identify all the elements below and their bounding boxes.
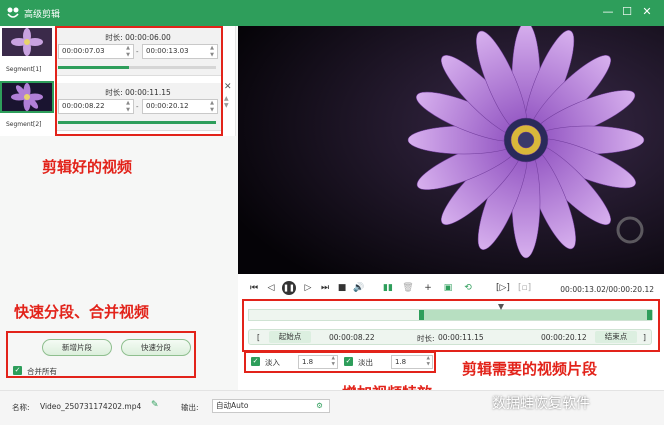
- merge-all-checkbox[interactable]: ✓: [13, 366, 22, 375]
- highlight-segments: [55, 26, 223, 136]
- volume-icon[interactable]: 🔊: [353, 283, 365, 293]
- left-panel: Segment[1] 时长: 00:00:06.00 00:00:07.03 ▲…: [0, 26, 238, 390]
- window-title: 高级剪辑: [24, 10, 61, 20]
- highlight-clip-range: [242, 299, 660, 352]
- reset-icon[interactable]: ⟲: [462, 283, 474, 293]
- quick-split-button[interactable]: 快速分段: [121, 339, 191, 356]
- segment-label: Segment[2]: [6, 121, 42, 128]
- segment-thumbnail[interactable]: [0, 81, 54, 113]
- minimize-icon[interactable]: —: [600, 4, 616, 20]
- step-back-icon[interactable]: ◁: [265, 283, 277, 293]
- spin-arrows-icon[interactable]: ▲ ▼: [427, 356, 430, 368]
- move-segment-icon[interactable]: ▲ ▼: [224, 95, 229, 109]
- video-preview[interactable]: [238, 26, 664, 274]
- output-label: 输出:: [181, 403, 199, 412]
- fade-out-checkbox[interactable]: ✓: [344, 357, 353, 366]
- add-icon[interactable]: +: [422, 283, 434, 293]
- annotation-quick: 快速分段、合并视频: [14, 303, 150, 321]
- name-label: 名称:: [12, 403, 30, 412]
- watermark: 数据蛙恢复软件: [492, 396, 590, 412]
- flower-thumbnail-icon: [2, 83, 52, 111]
- fade-in-label: 淡入: [265, 358, 280, 367]
- split-icon[interactable]: ▮▮: [382, 283, 394, 293]
- frog-logo-icon: [7, 7, 19, 18]
- play-pause-icon[interactable]: ❚❚: [282, 281, 296, 295]
- file-name: Video_250731174202.mp4: [40, 402, 142, 411]
- fade-in-checkbox[interactable]: ✓: [251, 357, 260, 366]
- playback-time: 00:00:13.02/00:00:20.12: [560, 285, 654, 294]
- segment-thumbnail[interactable]: [2, 28, 52, 56]
- annotation-clip: 剪辑需要的视频片段: [462, 360, 598, 378]
- stop-icon[interactable]: ■: [336, 283, 348, 293]
- merge-all-label: 合并所有: [27, 367, 57, 376]
- spin-arrows-icon[interactable]: ▲ ▼: [332, 356, 335, 368]
- maximize-icon[interactable]: ☐: [619, 4, 635, 20]
- flower-video-frame: [238, 26, 664, 274]
- remove-segment-icon[interactable]: ✕: [224, 82, 232, 92]
- flower-thumbnail-icon: [2, 28, 52, 56]
- fade-out-label: 淡出: [358, 358, 373, 367]
- close-icon[interactable]: ✕: [639, 4, 655, 20]
- step-forward-icon[interactable]: ▷: [302, 283, 314, 293]
- output-format-select[interactable]: 自动Auto ⚙: [212, 399, 330, 413]
- fade-in-input[interactable]: 1.8 ▲ ▼: [298, 355, 338, 369]
- segment-label: Segment[1]: [6, 66, 42, 73]
- mark-range-icon[interactable]: [▷]: [496, 283, 510, 293]
- player-controls: ⏮ ◁ ❚❚ ▷ ⏭ ■ 🔊 ▮▮ 🗑 + ▣ ⟲ [▷] [▫] 00:00:…: [238, 274, 664, 390]
- gear-icon[interactable]: ⚙: [316, 400, 323, 412]
- delete-icon[interactable]: 🗑: [402, 283, 414, 293]
- fade-out-input[interactable]: 1.8 ▲ ▼: [391, 355, 433, 369]
- skip-end-icon[interactable]: ⏭: [319, 283, 331, 293]
- title-bar: 高级剪辑 — ☐ ✕: [0, 0, 664, 26]
- copy-icon[interactable]: ▣: [442, 283, 454, 293]
- annotation-segments: 剪辑好的视频: [42, 158, 133, 176]
- skip-start-icon[interactable]: ⏮: [248, 283, 260, 293]
- new-segment-button[interactable]: 新增片段: [42, 339, 112, 356]
- edit-pencil-icon[interactable]: ✎: [151, 400, 159, 410]
- clear-range-icon[interactable]: [▫]: [518, 283, 531, 293]
